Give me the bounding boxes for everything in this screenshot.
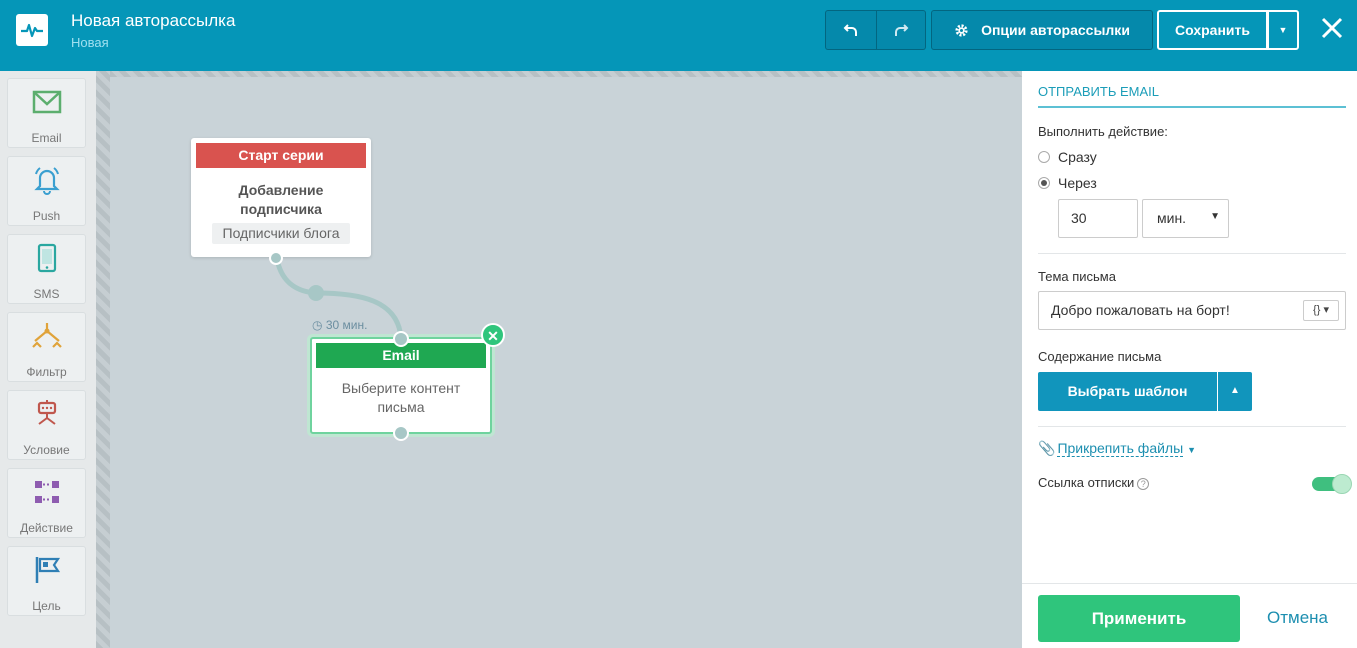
series-options-button[interactable]: Опции авторассылки xyxy=(931,10,1153,50)
email-input-port[interactable] xyxy=(393,331,409,347)
delay-input[interactable]: 30 xyxy=(1058,199,1138,238)
redo-icon xyxy=(895,24,909,36)
unsubscribe-toggle[interactable] xyxy=(1312,474,1352,494)
radio-after-label[interactable]: Через xyxy=(1058,175,1097,191)
action-label: Выполнить действие: xyxy=(1038,124,1168,139)
close-icon xyxy=(1321,17,1343,39)
apply-button[interactable]: Применить xyxy=(1038,595,1240,642)
clock-icon: ◷ xyxy=(312,318,323,332)
toolbar-item-push[interactable]: Push xyxy=(7,156,86,226)
start-output-port[interactable] xyxy=(269,251,283,265)
radio-now[interactable] xyxy=(1038,151,1050,163)
start-node-title-line2: подписчика xyxy=(240,201,322,217)
toolbar-item-label: Push xyxy=(32,209,61,223)
panel-title-underline xyxy=(1038,106,1346,108)
toolbar-item-condition[interactable]: Условие xyxy=(7,390,86,460)
start-node-header: Старт серии xyxy=(196,143,366,168)
start-node-title: Добавление подписчика xyxy=(191,181,371,219)
cancel-button[interactable]: Отмена xyxy=(1267,608,1328,628)
email-node-text: Выберите контент письма xyxy=(312,379,490,417)
toolbar-item-filter[interactable]: Фильтр xyxy=(7,312,86,382)
action-icon xyxy=(35,481,59,503)
email-node-text-line1: Выберите контент xyxy=(341,380,461,396)
subject-input[interactable]: Добро пожаловать на борт! {} ▾ xyxy=(1038,291,1346,330)
filter-icon xyxy=(32,323,62,348)
template-dropdown-button[interactable]: ▲ xyxy=(1218,372,1252,411)
radio-after[interactable] xyxy=(1038,177,1050,189)
canvas-left-border xyxy=(96,71,110,648)
caret-down-icon: ▼ xyxy=(1278,25,1288,35)
save-dropdown-button[interactable]: ▼ xyxy=(1268,10,1299,50)
page-status: Новая xyxy=(71,35,109,50)
delay-value: 30 мин. xyxy=(325,318,368,332)
envelope-icon xyxy=(32,90,62,114)
caret-down-icon: ▼ xyxy=(1210,211,1220,222)
undo-icon xyxy=(843,24,857,36)
toolbar-item-label: SMS xyxy=(33,287,60,301)
redo-button[interactable] xyxy=(877,10,926,50)
toolbar-item-label: Цель xyxy=(32,599,61,613)
subject-value: Добро пожаловать на борт! xyxy=(1051,302,1230,318)
close-button[interactable] xyxy=(1318,14,1346,42)
toolbar-item-label: Действие xyxy=(20,521,73,535)
flag-icon xyxy=(35,557,61,583)
condition-icon xyxy=(37,400,57,425)
delay-unit-select[interactable]: мин. ▼ xyxy=(1142,199,1229,238)
toolbar-item-goal[interactable]: Цель xyxy=(7,546,86,616)
start-node-title-line1: Добавление xyxy=(238,182,324,198)
phone-icon xyxy=(37,243,57,273)
caret-down-icon: ▼ xyxy=(1187,445,1196,455)
app-logo[interactable] xyxy=(16,14,48,46)
panel-title: ОТПРАВИТЬ EMAIL xyxy=(1038,84,1159,99)
delay-label: ◷ 30 мин. xyxy=(312,318,367,332)
gear-icon xyxy=(955,23,968,37)
top-header: Новая авторассылка Новая Опции авторассы… xyxy=(0,0,1357,71)
toolbar-item-action[interactable]: Действие xyxy=(7,468,86,538)
toolbar-item-label: Фильтр xyxy=(26,365,67,379)
page-title: Новая авторассылка xyxy=(71,11,236,30)
divider xyxy=(1038,426,1346,427)
caret-up-icon: ▲ xyxy=(1230,385,1240,396)
pulse-icon xyxy=(21,23,43,38)
radio-now-label[interactable]: Сразу xyxy=(1058,149,1097,165)
toolbar-item-label: Email xyxy=(31,131,62,145)
divider xyxy=(1038,253,1346,254)
save-button[interactable]: Сохранить xyxy=(1157,10,1268,50)
insert-variable-button[interactable]: {} ▾ xyxy=(1303,300,1339,321)
toolbar-item-label: Условие xyxy=(23,443,70,457)
subscriber-list-tag: Подписчики блога xyxy=(212,223,350,244)
series-options-label: Опции авторассылки xyxy=(981,22,1130,38)
toggle-knob xyxy=(1332,474,1352,494)
block-toolbar: Email Push SMS Фильтр Условие Действие Ц… xyxy=(0,71,96,648)
toolbar-item-email[interactable]: Email xyxy=(7,78,86,148)
remove-node-button[interactable]: ✕ xyxy=(481,323,505,347)
email-node-text-line2: письма xyxy=(377,399,425,415)
variable-icon: {} xyxy=(1313,304,1321,316)
unsubscribe-text: Ссылка отписки xyxy=(1038,475,1135,490)
toolbar-item-sms[interactable]: SMS xyxy=(7,234,86,304)
email-output-port[interactable] xyxy=(393,425,409,441)
undo-button[interactable] xyxy=(825,10,877,50)
paperclip-icon: 📎 xyxy=(1038,440,1056,456)
help-icon[interactable]: ? xyxy=(1137,478,1150,490)
email-node[interactable]: Email Выберите контент письма xyxy=(310,337,492,434)
subject-label: Тема письма xyxy=(1038,269,1116,284)
bell-icon xyxy=(34,167,60,195)
attach-files-link[interactable]: 📎 Прикрепить файлы ▼ xyxy=(1038,440,1196,457)
content-label: Содержание письма xyxy=(1038,349,1162,364)
unsubscribe-label: Ссылка отписки? xyxy=(1038,475,1150,490)
panel-footer: Применить Отмена xyxy=(1022,583,1357,648)
close-icon: ✕ xyxy=(487,328,499,344)
delay-unit-value: мин. xyxy=(1157,210,1187,226)
choose-template-button[interactable]: Выбрать шаблон xyxy=(1038,372,1217,411)
attach-files-label: Прикрепить файлы xyxy=(1057,440,1184,457)
settings-panel: ОТПРАВИТЬ EMAIL Выполнить действие: Сраз… xyxy=(1022,71,1357,648)
